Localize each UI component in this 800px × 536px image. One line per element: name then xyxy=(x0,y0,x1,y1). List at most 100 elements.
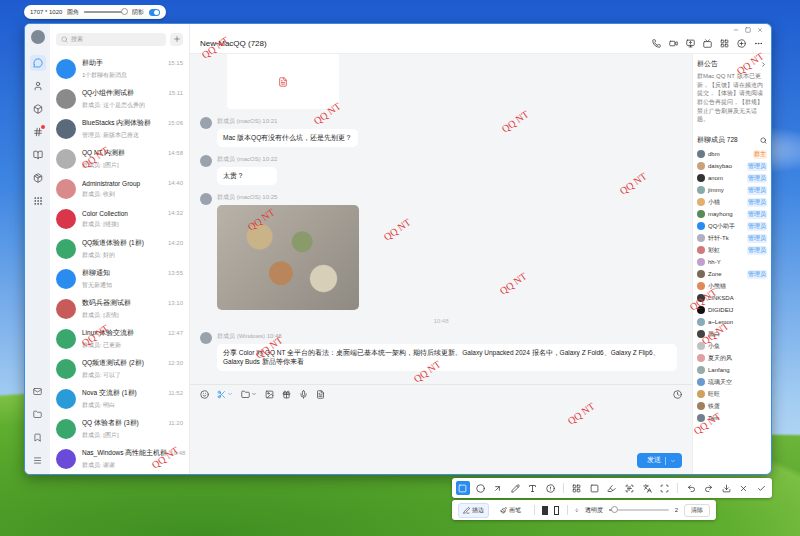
rail-item[interactable] xyxy=(30,55,46,71)
opacity-slider-knob[interactable] xyxy=(611,506,618,513)
member-row[interactable]: Zone管理员 xyxy=(697,268,767,280)
member-row[interactable]: mayhong管理员 xyxy=(697,208,767,220)
composer-tool[interactable] xyxy=(200,390,209,399)
tv-icon[interactable] xyxy=(703,39,712,48)
fill-option[interactable] xyxy=(554,506,559,515)
member-row[interactable]: 黑白 xyxy=(697,328,767,340)
member-row[interactable]: 铁蛋 xyxy=(697,400,767,412)
annotation-tool[interactable] xyxy=(491,481,505,495)
chat-item[interactable]: QQ 体验者群 (3群)11:20群成员: [图片] xyxy=(50,414,189,444)
minimize-icon[interactable] xyxy=(733,27,739,33)
member-row[interactable]: LINKSDA xyxy=(697,292,767,304)
chat-item[interactable]: QQ频道测试群 (2群)12:30群成员: 可以了 xyxy=(50,354,189,384)
member-row[interactable]: DIGIDEIJ xyxy=(697,304,767,316)
annotation-tool[interactable] xyxy=(456,481,470,495)
shadow-toggle[interactable] xyxy=(149,9,160,16)
rail-item[interactable] xyxy=(30,170,46,186)
member-row[interactable]: 夏天的风 xyxy=(697,352,767,364)
annotation-tool[interactable] xyxy=(754,481,768,495)
member-row[interactable]: QQ小助手管理员 xyxy=(697,220,767,232)
annotation-tool[interactable] xyxy=(588,481,602,495)
annotation-tool[interactable] xyxy=(544,481,558,495)
rail-item[interactable] xyxy=(30,383,46,399)
chat-item[interactable]: QQ频道体验群 (1群)14:20群成员: 好的 xyxy=(50,234,189,264)
rail-item[interactable] xyxy=(30,452,46,468)
maximize-icon[interactable] xyxy=(745,27,751,33)
member-row[interactable]: anom管理员 xyxy=(697,172,767,184)
chat-item[interactable]: 数码兵器测试群13:10群成员: [表情] xyxy=(50,294,189,324)
notice-header[interactable]: 群公告 xyxy=(697,58,767,70)
composer-tool[interactable] xyxy=(299,390,308,399)
message-photo[interactable] xyxy=(217,205,359,310)
annotation-tool[interactable] xyxy=(684,481,698,495)
rail-item[interactable] xyxy=(30,406,46,422)
file-card[interactable] xyxy=(227,54,339,109)
annotation-tool[interactable] xyxy=(640,481,654,495)
fill-option[interactable] xyxy=(542,506,547,515)
member-row[interactable]: jimmy管理员 xyxy=(697,184,767,196)
annotation-tool[interactable] xyxy=(474,481,488,495)
color-icon[interactable] xyxy=(575,506,579,514)
annotation-tool[interactable] xyxy=(737,481,751,495)
rail-item[interactable] xyxy=(30,78,46,94)
chat-item[interactable]: Administrator Group14:40群成员: 收到 xyxy=(50,174,189,204)
member-row[interactable]: Lanfang xyxy=(697,364,767,376)
rail-item[interactable] xyxy=(30,429,46,445)
clear-button[interactable]: 清除 xyxy=(684,504,710,517)
member-row[interactable]: Tem xyxy=(697,412,767,424)
chat-item[interactable]: Nova 交流群 (1群)11:52群成员: 明白 xyxy=(50,384,189,414)
composer-tool[interactable] xyxy=(217,390,233,399)
chat-item[interactable]: 群聊通知13:55暂无新通知 xyxy=(50,264,189,294)
annotation-tool[interactable] xyxy=(702,481,716,495)
annotation-tool[interactable] xyxy=(605,481,619,495)
member-row[interactable]: 琉璃天空 xyxy=(697,376,767,388)
annotation-tool[interactable] xyxy=(658,481,672,495)
rail-item[interactable] xyxy=(30,101,46,117)
chat-item[interactable]: Linux 体验交流群12:47群成员: 已更新 xyxy=(50,324,189,354)
member-row[interactable]: 旺旺 xyxy=(697,388,767,400)
composer-tool[interactable] xyxy=(316,390,325,399)
close-icon[interactable] xyxy=(757,27,763,33)
member-row[interactable]: daisybao管理员 xyxy=(697,160,767,172)
member-row[interactable]: 小熊猫 xyxy=(697,280,767,292)
composer-tool[interactable] xyxy=(282,390,291,399)
composer-tool[interactable] xyxy=(265,390,274,399)
annotation-tool[interactable] xyxy=(719,481,733,495)
send-button[interactable]: 发送 xyxy=(637,453,682,468)
add-button[interactable] xyxy=(170,33,183,46)
member-row[interactable]: 小猫管理员 xyxy=(697,196,767,208)
opacity-slider[interactable] xyxy=(609,509,669,511)
composer-tool[interactable] xyxy=(241,390,257,399)
chat-item[interactable]: QQ小组件测试群15:11群成员: 这个是怎么弄的 xyxy=(50,84,189,114)
chat-item[interactable]: QQ NT 内测群14:58群成员: [图片] xyxy=(50,144,189,174)
member-row[interactable]: 小鱼 xyxy=(697,340,767,352)
mode-button[interactable]: 描边 xyxy=(458,503,489,518)
apps-icon[interactable] xyxy=(720,39,729,48)
annotation-tool[interactable] xyxy=(623,481,637,495)
member-row[interactable]: dbm群主 xyxy=(697,148,767,160)
annotation-tool[interactable] xyxy=(570,481,584,495)
member-row[interactable]: 彩虹管理员 xyxy=(697,244,767,256)
chat-item[interactable]: BlueStacks 内测体验群15:06管理员: 新版本已推送 xyxy=(50,114,189,144)
annotation-tool[interactable] xyxy=(509,481,523,495)
member-row[interactable]: 轩轩-Tk管理员 xyxy=(697,232,767,244)
screen-share-icon[interactable] xyxy=(686,39,695,48)
annotation-tool[interactable] xyxy=(526,481,540,495)
user-avatar[interactable] xyxy=(31,30,45,44)
phone-icon[interactable] xyxy=(652,39,661,48)
search-icon[interactable] xyxy=(760,137,767,144)
corner-slider-knob[interactable] xyxy=(121,8,128,15)
add-member-icon[interactable] xyxy=(737,39,746,48)
member-row[interactable]: hh-Y xyxy=(697,256,767,268)
history-icon[interactable] xyxy=(673,390,682,399)
member-row[interactable]: a~Lemon xyxy=(697,316,767,328)
video-icon[interactable] xyxy=(669,39,678,48)
mode-button[interactable]: 画笔 xyxy=(495,503,526,518)
chat-item[interactable]: 群助手15:151个群聊有新消息 xyxy=(50,54,189,84)
corner-slider[interactable] xyxy=(84,11,127,13)
rail-item[interactable] xyxy=(30,193,46,209)
chat-item[interactable]: Color Collection14:32群成员: [链接] xyxy=(50,204,189,234)
search-field[interactable]: 搜索 xyxy=(56,33,166,46)
chat-item[interactable]: Nas_Windows 高性能主机群10:48群成员: 谢谢 xyxy=(50,444,189,474)
rail-item[interactable] xyxy=(30,124,46,140)
